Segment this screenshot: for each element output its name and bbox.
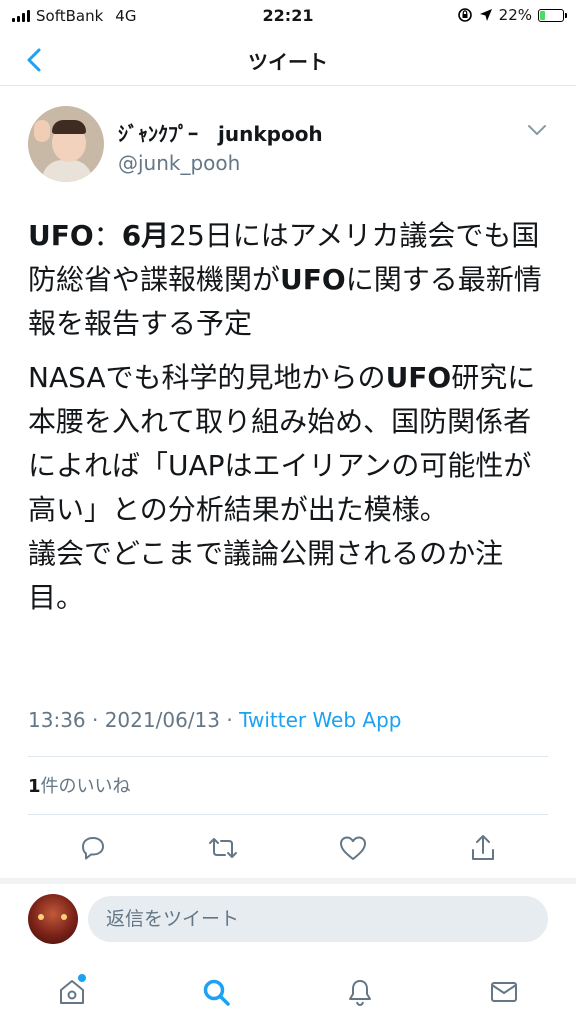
bold-text-run: UFO: [28, 219, 94, 252]
nav-bar: ツイート: [0, 34, 576, 86]
text-run: NASAでも科学的見地からの: [28, 361, 386, 394]
battery-icon: [538, 8, 567, 22]
reply-icon: [82, 837, 104, 860]
location-icon: [479, 9, 492, 21]
more-options-button[interactable]: [526, 122, 548, 136]
notification-dot: [78, 974, 86, 982]
retweet-icon: [209, 838, 237, 858]
heart-icon: [340, 836, 366, 860]
tweet-paragraph-2: NASAでも科学的見地からのUFO研究に本腰を入れて取り組み始め、国防関係者によ…: [28, 356, 552, 532]
like-button[interactable]: [333, 828, 373, 868]
tweet-meta: 13:36 · 2021/06/13 · Twitter Web App: [28, 708, 401, 732]
divider: [28, 814, 548, 815]
bold-text-run: 6月: [121, 219, 170, 252]
my-avatar[interactable]: [28, 894, 78, 944]
bold-text-run: UFO: [385, 361, 452, 394]
bell-icon: [349, 980, 371, 1007]
battery-percent: 22%: [498, 6, 532, 24]
mail-icon: [491, 982, 517, 1002]
reply-button[interactable]: [73, 828, 113, 868]
share-button[interactable]: [463, 828, 503, 868]
page-title: ツイート: [248, 50, 328, 74]
text-run: 議会でどこまで議論公開されるのか注目。: [28, 537, 504, 614]
bold-text-run: UFO: [280, 263, 346, 296]
status-right: 22%: [457, 6, 567, 24]
reply-composer: [0, 892, 576, 948]
tab-bar: [0, 958, 576, 1024]
tweet-author[interactable]: ｼﾞｬﾝｸﾌﾟｰ junkpooh @junk_pooh: [28, 106, 323, 182]
divider: [28, 756, 548, 757]
tweet-actions: [28, 828, 548, 868]
tab-search[interactable]: [196, 972, 236, 1012]
chevron-down-icon: [528, 125, 546, 135]
avatar[interactable]: [28, 106, 104, 182]
likes-count: 1: [28, 776, 41, 797]
tweet-paragraph-1: UFO：6月25日にはアメリカ議会でも国防総省や諜報機関がUFOに関する最新情報…: [28, 214, 552, 346]
author-names: ｼﾞｬﾝｸﾌﾟｰ junkpooh @junk_pooh: [118, 106, 323, 182]
tweet-text: UFO：6月25日にはアメリカ議会でも国防総省や諜報機関がUFOに関する最新情報…: [28, 214, 552, 630]
user-handle[interactable]: @junk_pooh: [118, 151, 323, 175]
likes-label: 件のいいね: [40, 776, 131, 797]
tab-home[interactable]: [52, 972, 92, 1012]
status-bar: SoftBank 4G 22:21 22%: [0, 0, 576, 32]
tab-messages[interactable]: [484, 972, 524, 1012]
text-run: ：: [93, 219, 122, 252]
search-icon: [203, 979, 230, 1006]
battery-level: [540, 10, 545, 20]
reply-input[interactable]: [88, 896, 548, 942]
tweet-paragraph-3: 議会でどこまで議論公開されるのか注目。: [28, 532, 552, 620]
section-divider: [0, 878, 576, 884]
retweet-button[interactable]: [203, 828, 243, 868]
display-name[interactable]: ｼﾞｬﾝｸﾌﾟｰ junkpooh: [118, 118, 323, 147]
tweet-source-link[interactable]: Twitter Web App: [239, 708, 401, 732]
likes-summary[interactable]: 1件のいいね: [28, 772, 131, 798]
tab-notifications[interactable]: [340, 972, 380, 1012]
orientation-lock-icon: [457, 8, 472, 22]
tweet-timestamp: 13:36 · 2021/06/13 ·: [28, 708, 240, 732]
share-icon: [472, 835, 494, 860]
